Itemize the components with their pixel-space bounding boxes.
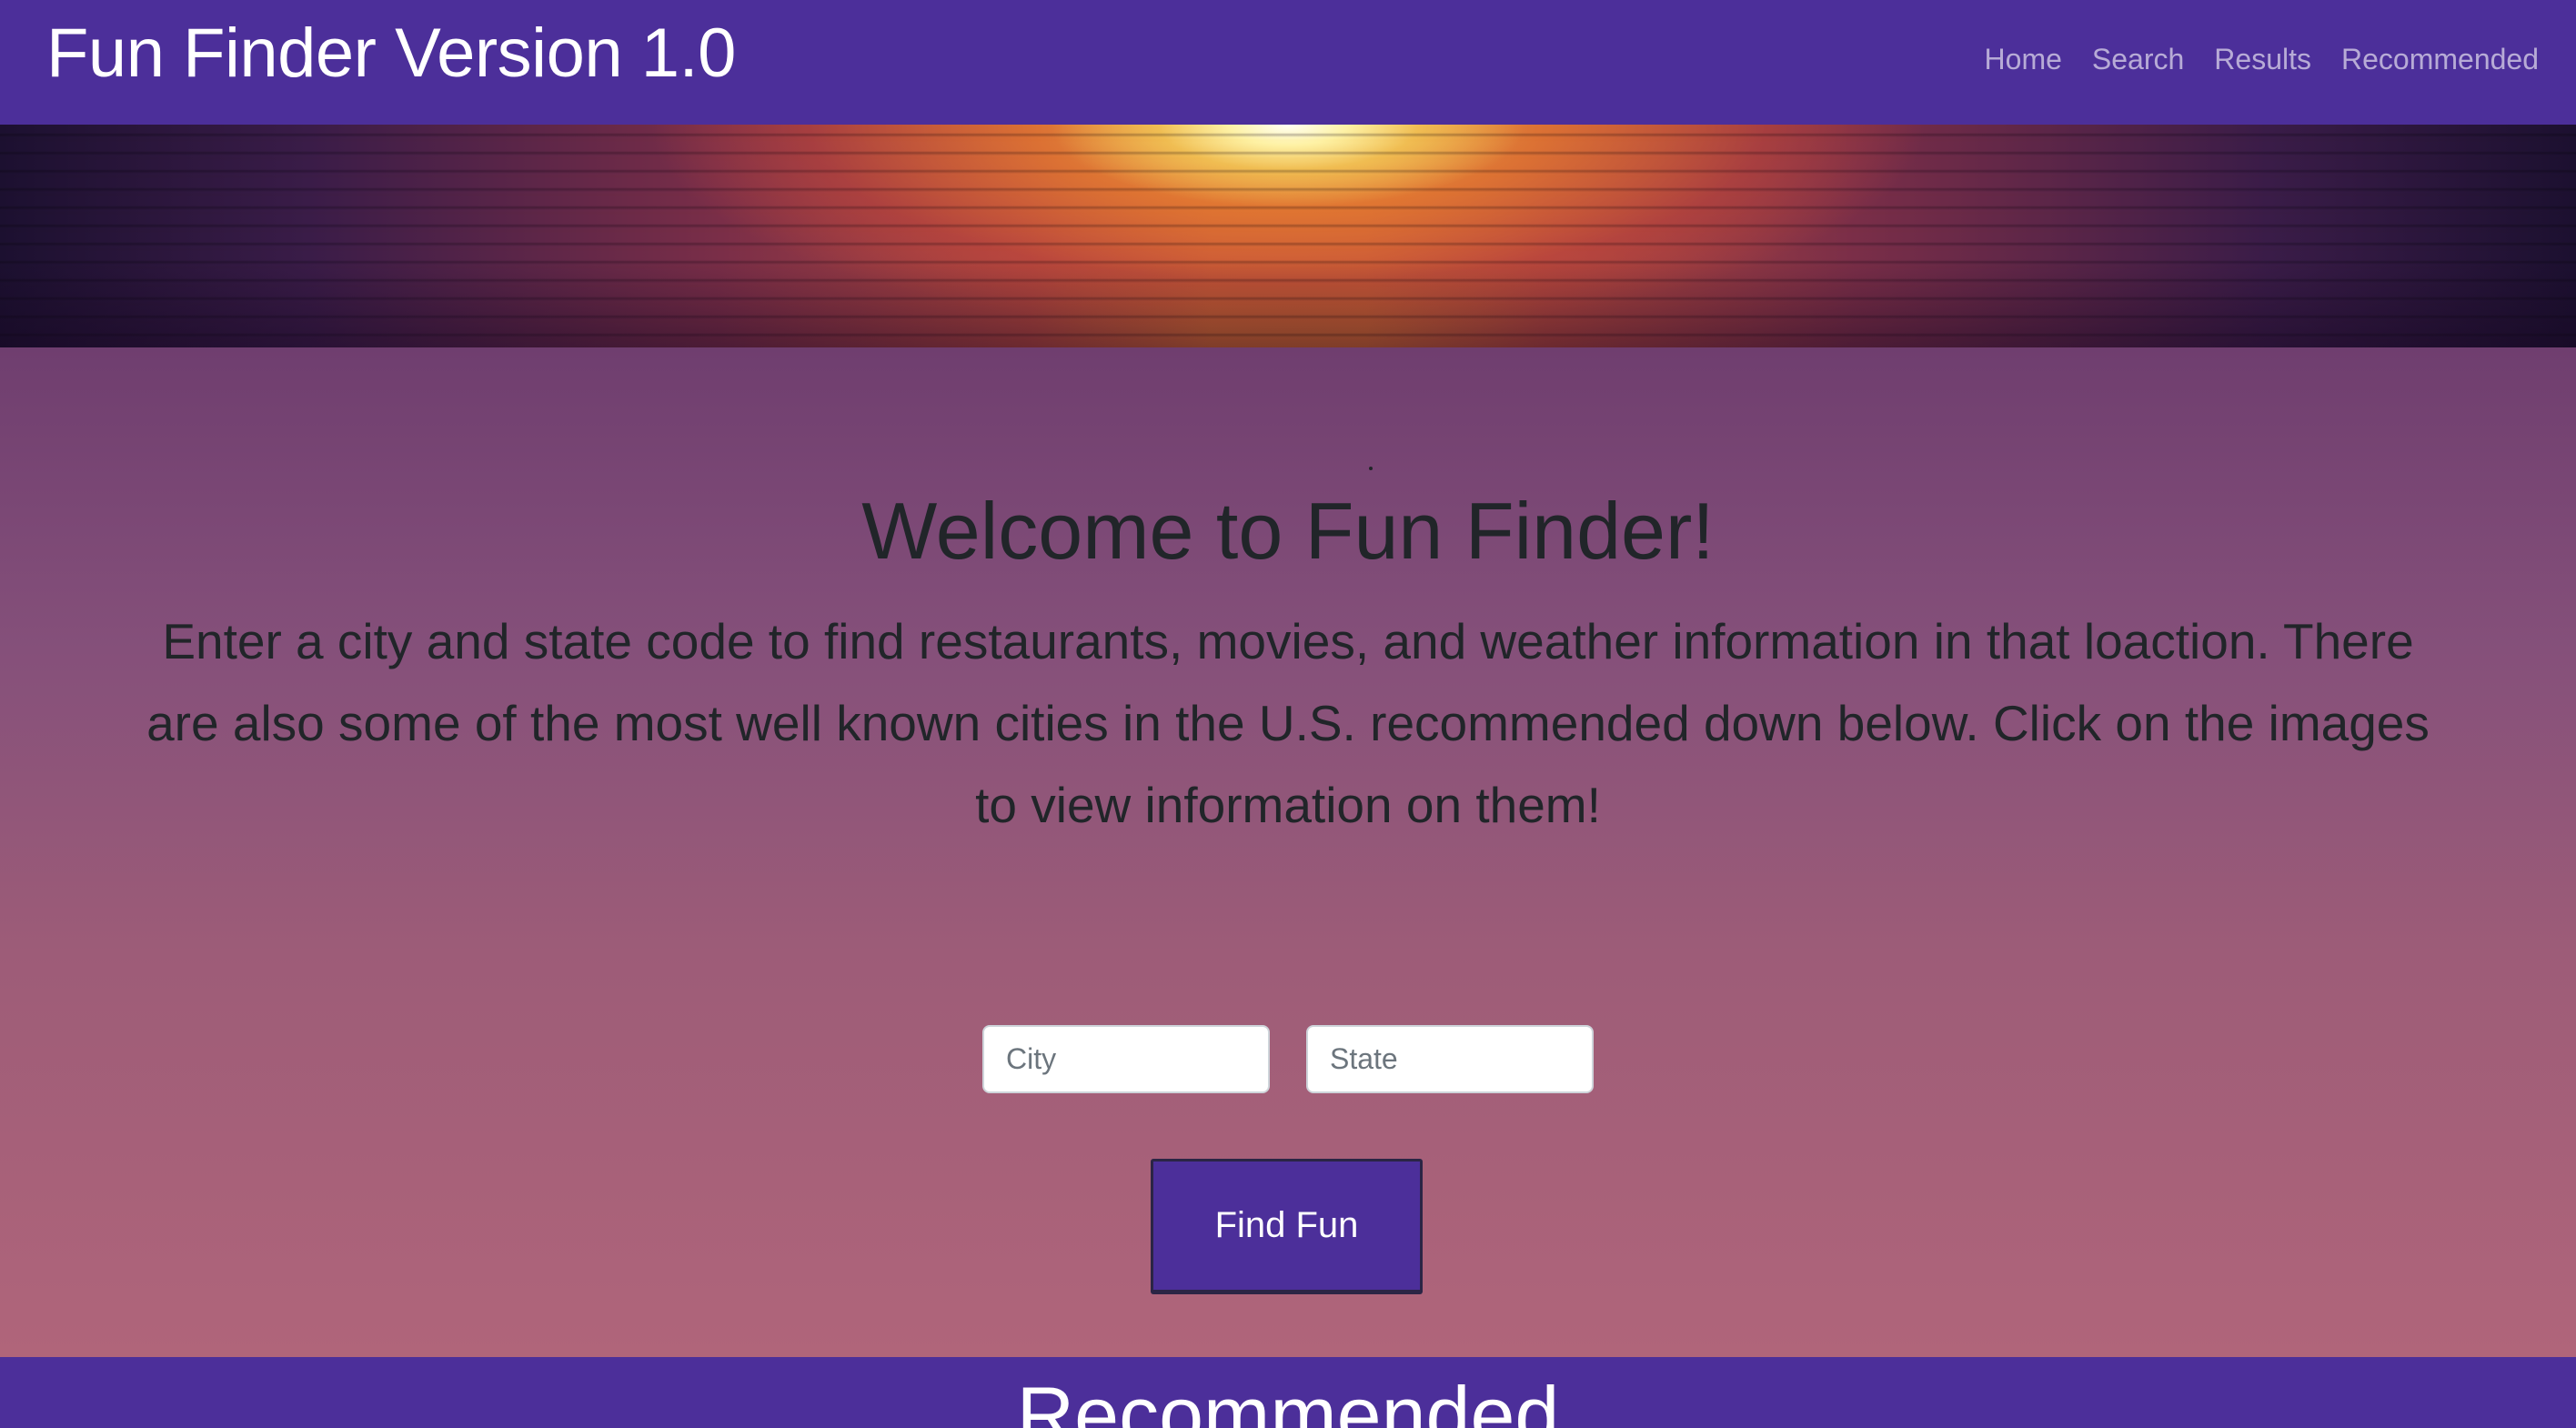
hero-description: Enter a city and state code to find rest… — [146, 613, 2430, 833]
nav-links: Home Search Results Recommended — [1985, 40, 2539, 78]
banner-shade — [0, 125, 2576, 347]
recommended-heading: Recommended — [1016, 1370, 1560, 1428]
hero-section: Welcome to Fun Finder! Enter a city and … — [0, 347, 2576, 1357]
brand-title[interactable]: Fun Finder Version 1.0 — [46, 11, 736, 96]
nav-link-recommended[interactable]: Recommended — [2341, 40, 2539, 78]
city-input[interactable] — [982, 1025, 1270, 1093]
recommended-section: Recommended — [0, 1357, 2576, 1428]
page: Fun Finder Version 1.0 Home Search Resul… — [0, 0, 2576, 1428]
navbar: Fun Finder Version 1.0 Home Search Resul… — [0, 0, 2576, 125]
decorative-dot — [1369, 467, 1373, 470]
nav-link-search[interactable]: Search — [2092, 40, 2184, 78]
sunset-banner-image — [0, 125, 2576, 347]
page-title: Welcome to Fun Finder! — [861, 486, 1715, 576]
nav-link-home[interactable]: Home — [1985, 40, 2062, 78]
nav-link-results[interactable]: Results — [2214, 40, 2311, 78]
state-input[interactable] — [1306, 1025, 1594, 1093]
search-form — [0, 1025, 2576, 1093]
find-fun-button[interactable]: Find Fun — [1151, 1159, 1423, 1292]
